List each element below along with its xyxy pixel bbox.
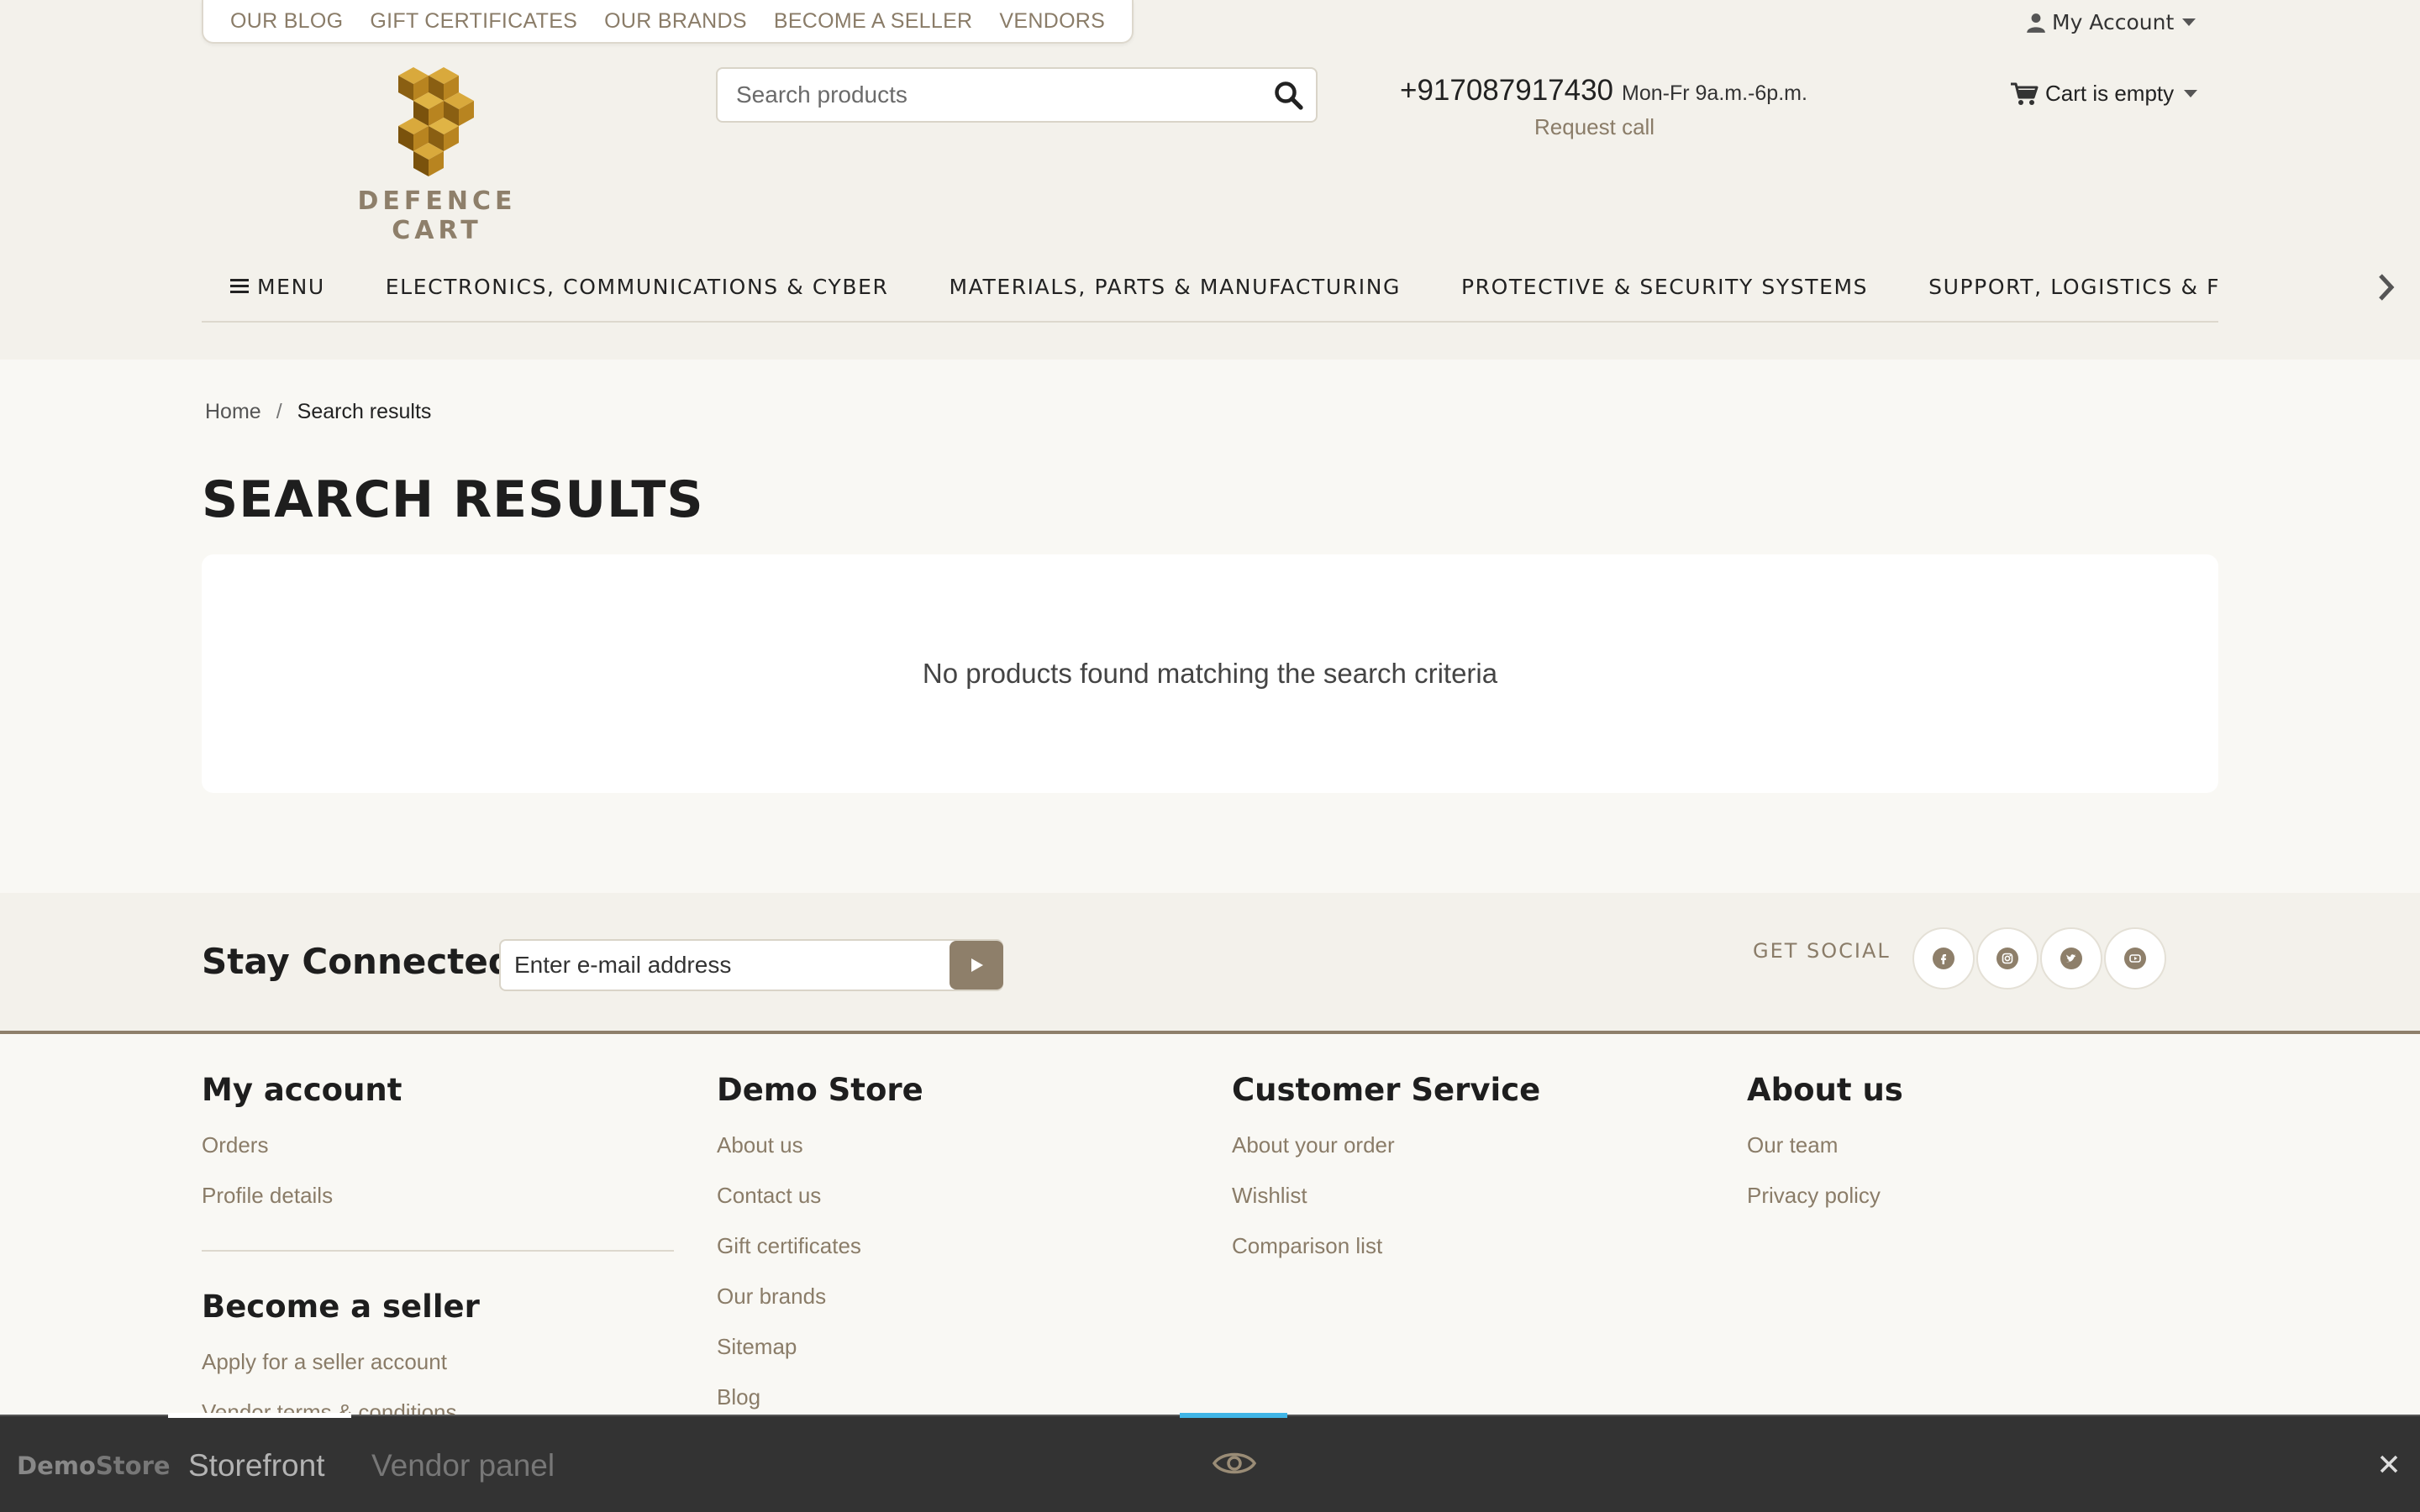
facebook-link[interactable] (1912, 927, 1975, 990)
footer-link-profile[interactable]: Profile details (202, 1184, 402, 1207)
breadcrumb-current: Search results (297, 400, 432, 423)
subscribe-button[interactable] (950, 941, 1003, 990)
active-tab-indicator (168, 1413, 351, 1418)
menu-button[interactable]: MENU (230, 275, 325, 299)
search-results-panel: No products found matching the search cr… (202, 554, 2218, 793)
page-title: SEARCH RESULTS (202, 470, 704, 529)
my-account-dropdown[interactable]: My Account (2025, 10, 2196, 34)
close-icon (2380, 1455, 2398, 1473)
search-icon (1275, 81, 1303, 110)
footer-heading: Become a seller (202, 1289, 480, 1325)
footer-link-privacy[interactable]: Privacy policy (1747, 1184, 1903, 1207)
breadcrumb: Home / Search results (205, 400, 431, 424)
footer-my-account: My account Orders Profile details (202, 1072, 402, 1234)
tab-vendor-panel[interactable]: Vendor panel (371, 1448, 555, 1483)
breadcrumb-home[interactable]: Home (205, 400, 261, 424)
footer-divider (202, 1250, 674, 1252)
youtube-icon (2129, 954, 2141, 963)
logo-text: DEFENCE CART (357, 186, 517, 245)
footer-customer-service: Customer Service About your order Wishli… (1232, 1072, 1540, 1284)
close-button[interactable] (2371, 1446, 2407, 1482)
menu-label: MENU (257, 274, 325, 299)
instagram-link[interactable] (1976, 927, 2039, 990)
top-link-blog[interactable]: OUR BLOG (217, 9, 356, 34)
preview-indicator (1180, 1413, 1287, 1418)
social-links (1912, 927, 2166, 990)
twitter-icon (2066, 954, 2076, 963)
get-social-label: GET SOCIAL (1753, 939, 1891, 963)
nav-item-protective[interactable]: PROTECTIVE & SECURITY SYSTEMS (1461, 275, 1868, 299)
top-link-brands[interactable]: OUR BRANDS (591, 9, 760, 34)
search-input[interactable] (718, 69, 1260, 121)
footer-heading: My account (202, 1072, 402, 1108)
twitter-link[interactable] (2040, 927, 2102, 990)
footer-link-sitemap[interactable]: Sitemap (717, 1335, 923, 1358)
footer-link-apply-seller[interactable]: Apply for a seller account (202, 1350, 480, 1373)
logo-cubes-icon (398, 67, 474, 176)
nav-item-support[interactable]: SUPPORT, LOGISTICS & FIE (1928, 275, 2218, 299)
cart-label: Cart is empty (2045, 81, 2175, 106)
footer-link-contact[interactable]: Contact us (717, 1184, 923, 1207)
newsletter-form (499, 939, 1003, 991)
request-call-link[interactable]: Request call (1534, 114, 1655, 140)
footer-link-team[interactable]: Our team (1747, 1133, 1903, 1157)
contact-phone: +917087917430 Mon-Fr 9a.m.-6p.m. (1400, 74, 1807, 108)
business-hours: Mon-Fr 9a.m.-6p.m. (1622, 81, 1807, 105)
chevron-down-icon (2182, 18, 2196, 26)
footer-link-blog[interactable]: Blog (717, 1385, 923, 1409)
footer-demo-store: Demo Store About us Contact us Gift cert… (717, 1072, 923, 1436)
breadcrumb-separator: / (276, 400, 282, 423)
my-account-label: My Account (2052, 10, 2175, 34)
search-button[interactable] (1260, 69, 1316, 121)
tab-storefront[interactable]: Storefront (188, 1448, 324, 1483)
nav-scroll-next-button[interactable] (2371, 267, 2402, 307)
top-link-gift-certificates[interactable]: GIFT CERTIFICATES (356, 9, 591, 34)
footer-heading: About us (1747, 1072, 1903, 1108)
footer-link-your-order[interactable]: About your order (1232, 1133, 1540, 1157)
footer-heading: Customer Service (1232, 1072, 1541, 1108)
chevron-down-icon (2184, 90, 2198, 97)
cart-icon (2011, 82, 2039, 105)
main-navigation: MENU ELECTRONICS, COMMUNICATIONS & CYBER… (202, 252, 2395, 323)
demo-store-logo: DemoStore (17, 1452, 171, 1480)
footer-link-orders[interactable]: Orders (202, 1133, 402, 1157)
email-field[interactable] (501, 941, 950, 990)
search-bar (716, 67, 1318, 123)
empty-results-message: No products found matching the search cr… (922, 658, 1498, 689)
play-icon (971, 958, 983, 972)
hamburger-icon (230, 279, 249, 293)
footer-link-wishlist[interactable]: Wishlist (1232, 1184, 1540, 1207)
user-icon (2027, 13, 2045, 33)
top-links: OUR BLOG GIFT CERTIFICATES OUR BRANDS BE… (202, 0, 1134, 44)
eye-icon[interactable] (1212, 1446, 1257, 1480)
cart-dropdown[interactable]: Cart is empty (2010, 81, 2198, 107)
footer-link-brands[interactable]: Our brands (717, 1284, 923, 1308)
demo-store-logo-a: Demo (17, 1452, 96, 1480)
footer-link-comparison[interactable]: Comparison list (1232, 1234, 1540, 1257)
chevron-right-icon (2379, 274, 2395, 301)
logo[interactable]: DEFENCE CART (318, 64, 556, 245)
top-link-become-seller[interactable]: BECOME A SELLER (760, 9, 986, 34)
facebook-icon (1941, 954, 1946, 964)
newsletter-title: Stay Connected (202, 941, 513, 982)
footer-about-us: About us Our team Privacy policy (1747, 1072, 1903, 1234)
top-link-vendors[interactable]: VENDORS (986, 9, 1118, 34)
youtube-link[interactable] (2104, 927, 2166, 990)
nav-item-electronics[interactable]: ELECTRONICS, COMMUNICATIONS & CYBER (386, 275, 889, 299)
instagram-icon (2002, 953, 2013, 964)
footer-link-about[interactable]: About us (717, 1133, 923, 1157)
footer-heading: Demo Store (717, 1072, 923, 1108)
demo-store-logo-b: Store (95, 1452, 171, 1480)
demo-bottom-bar: DemoStore Storefront Vendor panel (0, 1413, 2420, 1512)
nav-item-materials[interactable]: MATERIALS, PARTS & MANUFACTURING (950, 275, 1401, 299)
footer-link-gift[interactable]: Gift certificates (717, 1234, 923, 1257)
phone-number[interactable]: +917087917430 (1400, 74, 1613, 108)
